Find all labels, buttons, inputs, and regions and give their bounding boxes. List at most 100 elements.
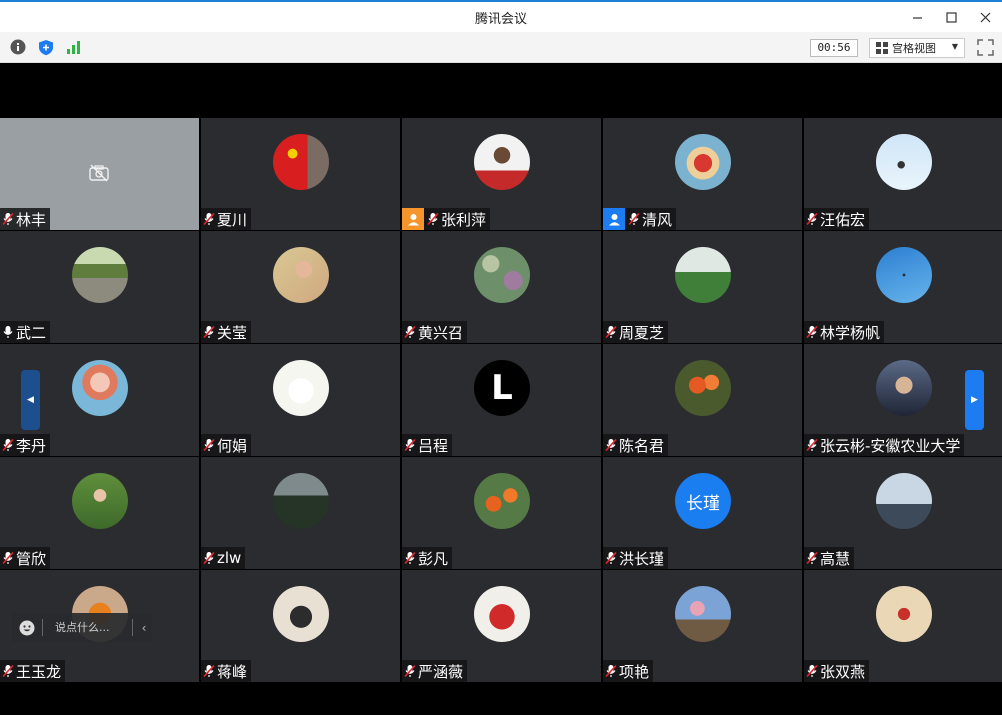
shield-icon (39, 39, 53, 55)
avatar: 长瑾 (675, 473, 731, 529)
window-controls (900, 2, 1002, 32)
participant-tile[interactable]: 关莹 (201, 231, 400, 343)
name-tag: 黄兴召 (402, 321, 468, 343)
participant-tile[interactable]: 周夏芝 (603, 231, 802, 343)
mic-muted-icon (628, 212, 640, 226)
participant-tile[interactable]: 严涵薇 (402, 570, 601, 682)
name-tag: 高慧 (804, 547, 855, 569)
participant-tile[interactable]: 林学杨帆 (804, 231, 1002, 343)
mic-muted-icon (404, 664, 416, 678)
participant-tile[interactable]: 彭凡 (402, 457, 601, 569)
participant-name: zlw (217, 549, 242, 567)
mic-muted-icon (404, 325, 416, 339)
participant-tile[interactable]: 管欣 (0, 457, 199, 569)
name-tag: 管欣 (0, 547, 51, 569)
name-tag: 彭凡 (402, 547, 453, 569)
name-tag: 清风 (603, 208, 677, 230)
avatar (72, 360, 128, 416)
avatar (72, 473, 128, 529)
chat-input[interactable] (55, 621, 127, 634)
close-button[interactable] (968, 2, 1002, 32)
participant-tile[interactable]: 何娟 (201, 344, 400, 456)
avatar (675, 360, 731, 416)
minimize-button[interactable] (900, 2, 934, 32)
participant-tile[interactable]: 清风 (603, 118, 802, 230)
info-button[interactable] (9, 38, 27, 56)
participant-tile[interactable]: 项艳 (603, 570, 802, 682)
participant-tile[interactable]: 汪佑宏 (804, 118, 1002, 230)
name-tag: 项艳 (603, 660, 654, 682)
participant-name: 项艳 (619, 662, 650, 681)
view-mode-label: 宫格视图 (892, 42, 936, 55)
participant-tile[interactable]: 张双燕 (804, 570, 1002, 682)
collapse-chat-button[interactable]: ‹ (136, 613, 152, 642)
participant-tile[interactable]: 夏川 (201, 118, 400, 230)
fullscreen-button[interactable] (977, 39, 994, 56)
name-tag: 关莹 (201, 321, 252, 343)
mic-muted-icon (203, 551, 215, 565)
divider (132, 619, 133, 636)
participant-name: 李丹 (16, 436, 47, 455)
cohost-badge (603, 208, 625, 230)
mic-muted-icon (605, 551, 617, 565)
network-signal-button[interactable] (65, 38, 83, 56)
participant-name: 林学杨帆 (820, 323, 881, 342)
participant-name: 武二 (16, 323, 47, 342)
participant-tile[interactable]: L 吕程 (402, 344, 601, 456)
security-button[interactable] (37, 38, 55, 56)
participant-name: 王玉龙 (16, 662, 62, 681)
name-tag: 林丰 (0, 208, 51, 230)
mic-muted-icon (806, 212, 818, 226)
emoji-button[interactable] (12, 613, 42, 642)
participant-name: 关莹 (217, 323, 248, 342)
meeting-toolbar: 00:56 宫格视图 ▼ (0, 32, 1002, 63)
view-mode-select[interactable]: 宫格视图 ▼ (869, 38, 965, 58)
avatar (273, 586, 329, 642)
participant-name: 汪佑宏 (820, 210, 866, 229)
meeting-timer: 00:56 (810, 39, 858, 57)
mic-muted-icon (605, 325, 617, 339)
close-icon (980, 12, 990, 22)
chevron-left-icon: ◀ (27, 395, 34, 405)
avatar-initials: L (491, 368, 513, 408)
next-page-button[interactable]: ▶ (965, 370, 984, 430)
name-tag: 严涵薇 (402, 660, 468, 682)
participant-tile[interactable]: 长瑾 洪长瑾 (603, 457, 802, 569)
avatar (474, 473, 530, 529)
name-tag: zlw (201, 547, 246, 569)
avatar (273, 134, 329, 190)
participant-tile[interactable]: 蒋峰 (201, 570, 400, 682)
mic-icon (3, 326, 13, 338)
participant-tile[interactable]: 张利萍 (402, 118, 601, 230)
participant-tile[interactable]: 高慧 (804, 457, 1002, 569)
participant-tile[interactable]: 陈名君 (603, 344, 802, 456)
chevron-left-icon: ‹ (141, 620, 147, 635)
previous-page-button[interactable]: ◀ (21, 370, 40, 430)
participant-name: 周夏芝 (619, 323, 665, 342)
participant-tile[interactable]: zlw (201, 457, 400, 569)
avatar (474, 586, 530, 642)
name-tag: 蒋峰 (201, 660, 252, 682)
mic-muted-icon (806, 664, 818, 678)
mic-muted-icon (203, 212, 215, 226)
participant-name: 黄兴召 (418, 323, 464, 342)
avatar (273, 360, 329, 416)
avatar (675, 247, 731, 303)
participant-tile[interactable]: 林丰 (0, 118, 199, 230)
meeting-window: 腾讯会议 00:56 宫格视图 ▼ 林丰 夏川 张利萍 清风 汪佑宏 武二 关莹… (0, 0, 1002, 715)
maximize-button[interactable] (934, 2, 968, 32)
mic-muted-icon (2, 551, 14, 565)
participant-name: 清风 (642, 210, 673, 229)
mic-muted-icon (427, 212, 439, 226)
name-tag: 武二 (0, 321, 51, 343)
mic-muted-icon (806, 438, 818, 452)
participant-tile[interactable]: 武二 (0, 231, 199, 343)
avatar (675, 134, 731, 190)
chevron-right-icon: ▶ (971, 395, 978, 405)
mic-muted-icon (806, 325, 818, 339)
avatar (675, 586, 731, 642)
name-tag: 汪佑宏 (804, 208, 870, 230)
avatar (876, 473, 932, 529)
chevron-down-icon: ▼ (951, 42, 958, 51)
participant-tile[interactable]: 黄兴召 (402, 231, 601, 343)
